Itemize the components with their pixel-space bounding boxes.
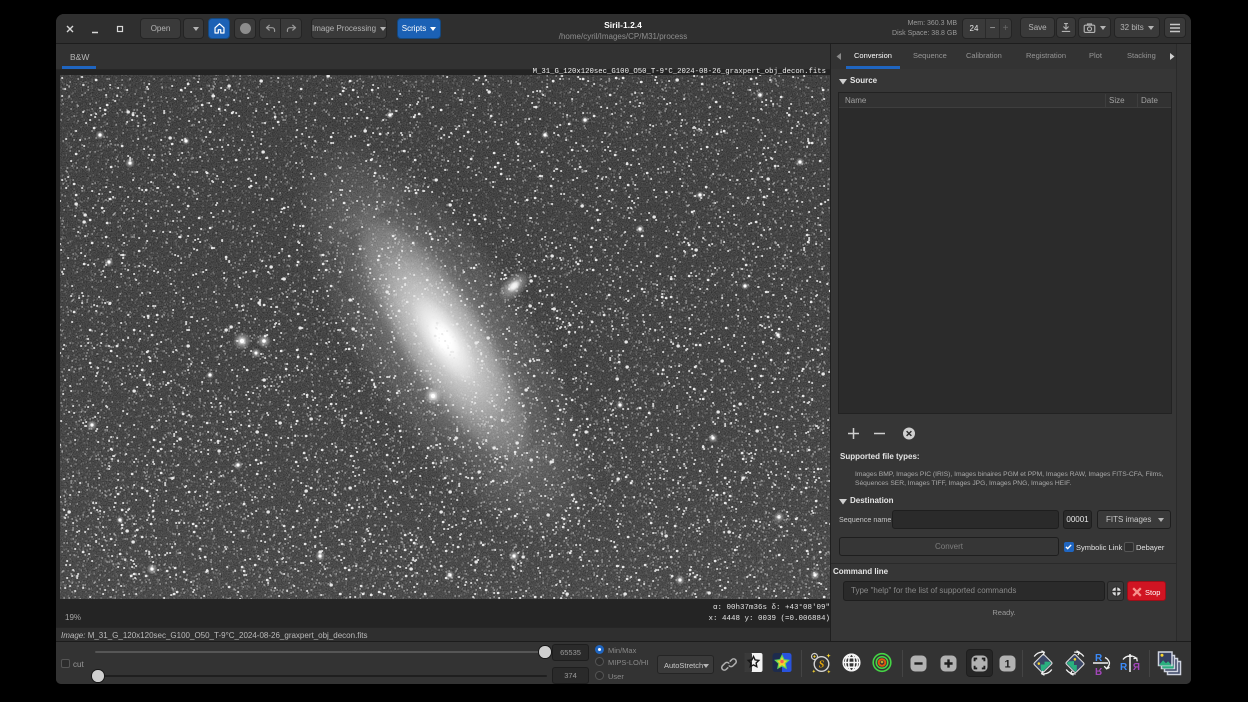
svg-text:R: R xyxy=(1095,665,1103,676)
svg-text:1: 1 xyxy=(1005,658,1011,670)
svg-text:S: S xyxy=(819,660,825,671)
svg-text:R: R xyxy=(1132,662,1140,673)
svg-text:R: R xyxy=(1120,662,1128,673)
